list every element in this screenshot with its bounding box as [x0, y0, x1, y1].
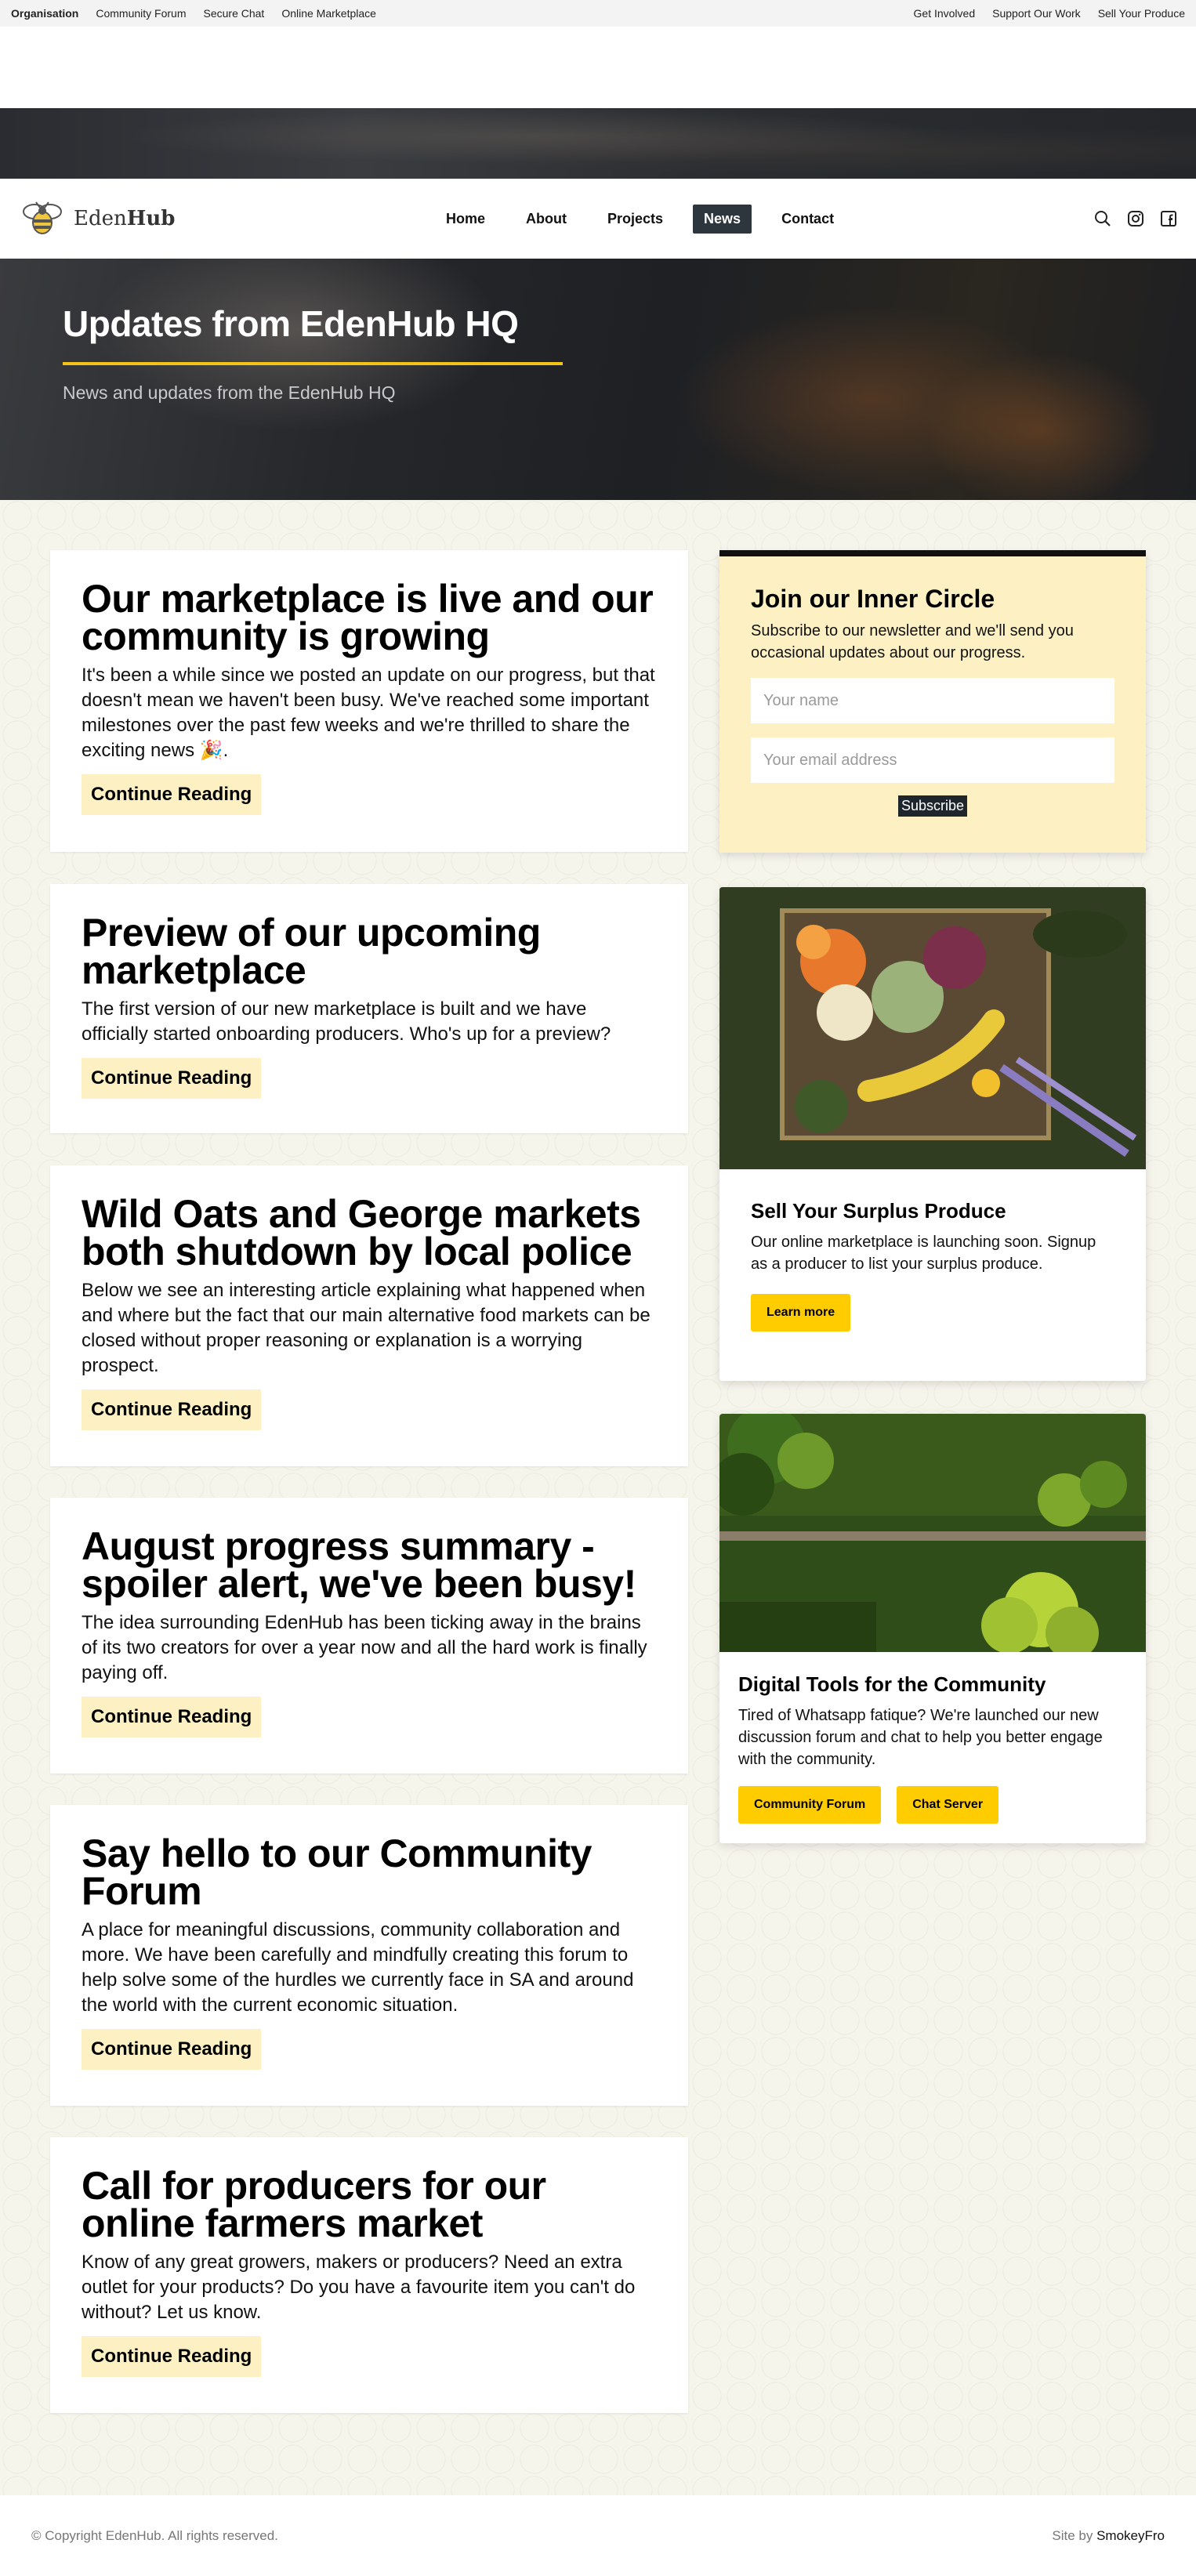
title-underline	[63, 362, 563, 365]
learn-more-button[interactable]: Learn more	[751, 1294, 851, 1331]
name-field[interactable]	[751, 678, 1114, 723]
site-credit: Site by SmokeyFro	[1052, 2528, 1165, 2544]
brand-name-light: Eden	[74, 207, 127, 230]
produce-card: Sell Your Surplus Produce Our online mar…	[719, 887, 1146, 1381]
nav-home[interactable]: Home	[435, 205, 496, 234]
newsletter-text: Subscribe to our newsletter and we'll se…	[751, 622, 1074, 661]
site-credit-prefix: Site by	[1052, 2527, 1097, 2543]
newsletter-title: Join our Inner Circle	[751, 585, 995, 613]
post-title[interactable]: Preview of our upcoming marketplace	[82, 913, 657, 990]
site-header: EdenHub Home About Projects News Contact	[0, 179, 1196, 259]
utility-link-sell-your-produce[interactable]: Sell Your Produce	[1098, 7, 1185, 20]
utility-link-community-forum[interactable]: Community Forum	[96, 7, 186, 20]
email-field[interactable]	[751, 737, 1114, 783]
utility-bar-left: Organisation Community Forum Secure Chat…	[11, 7, 376, 20]
newsletter-signup: Join our Inner Circle Subscribe to our n…	[719, 550, 1146, 853]
post-card: Wild Oats and George markets both shutdo…	[50, 1165, 688, 1466]
post-excerpt: Below we see an interesting article expl…	[82, 1280, 651, 1376]
post-title[interactable]: August progress summary - spoiler alert,…	[82, 1527, 657, 1603]
nav-about[interactable]: About	[515, 205, 578, 234]
produce-image	[719, 887, 1146, 1169]
utility-bar: Organisation Community Forum Secure Chat…	[0, 0, 1196, 27]
utility-link-organisation[interactable]: Organisation	[11, 7, 78, 20]
utility-link-get-involved[interactable]: Get Involved	[914, 7, 976, 20]
main-nav: Home About Projects News Contact	[435, 204, 845, 234]
site-credit-link[interactable]: SmokeyFro	[1096, 2528, 1165, 2543]
aerial-landscape-image	[719, 1414, 1146, 1652]
post-title[interactable]: Our marketplace is live and our communit…	[82, 579, 657, 656]
tools-card-body: Digital Tools for the Community Tired of…	[719, 1652, 1146, 1843]
post-excerpt: The idea surrounding EdenHub has been ti…	[82, 1612, 647, 1683]
tools-image	[719, 1414, 1146, 1652]
produce-card-body: Sell Your Surplus Produce Our online mar…	[719, 1169, 1146, 1361]
tools-card-title: Digital Tools for the Community	[738, 1672, 1046, 1696]
post-title[interactable]: Call for producers for our online farmer…	[82, 2166, 657, 2243]
bee-logo-icon	[23, 201, 62, 234]
continue-reading-button[interactable]: Continue Reading	[82, 1697, 262, 1737]
nav-news[interactable]: News	[693, 204, 752, 234]
hero-bg-highlight	[925, 353, 1160, 500]
utility-bar-right: Get Involved Support Our Work Sell Your …	[914, 7, 1185, 20]
post-excerpt: It's been a while since we posted an upd…	[82, 665, 655, 761]
site-footer: © Copyright EdenHub. All rights reserved…	[0, 2495, 1196, 2576]
post-card: Say hello to our Community Forum A place…	[50, 1805, 688, 2106]
community-forum-button[interactable]: Community Forum	[738, 1786, 882, 1824]
tools-card-buttons: Community Forum Chat Server	[738, 1786, 1127, 1824]
post-excerpt: Know of any great growers, makers or pro…	[82, 2252, 636, 2323]
utility-link-online-marketplace[interactable]: Online Marketplace	[281, 7, 376, 20]
copyright-text: © Copyright EdenHub. All rights reserved…	[31, 2527, 278, 2543]
subscribe-button[interactable]: Subscribe	[897, 795, 968, 817]
continue-reading-button[interactable]: Continue Reading	[82, 774, 262, 815]
post-card: Preview of our upcoming marketplace The …	[50, 884, 688, 1133]
header-icons	[1094, 210, 1177, 227]
post-title[interactable]: Say hello to our Community Forum	[82, 1834, 657, 1911]
search-icon[interactable]	[1094, 210, 1111, 227]
chat-server-button[interactable]: Chat Server	[897, 1786, 999, 1824]
brand-name: EdenHub	[74, 207, 175, 230]
post-excerpt: The first version of our new marketplace…	[82, 998, 611, 1045]
instagram-icon[interactable]	[1127, 210, 1144, 227]
page-hero: Updates from EdenHub HQ News and updates…	[0, 259, 1196, 500]
post-excerpt: A place for meaningful discussions, comm…	[82, 1919, 634, 2016]
tools-card-text: Tired of Whatsapp fatique? We're launche…	[738, 1707, 1103, 1768]
continue-reading-button[interactable]: Continue Reading	[82, 2336, 262, 2377]
facebook-icon[interactable]	[1160, 210, 1177, 227]
post-title[interactable]: Wild Oats and George markets both shutdo…	[82, 1194, 657, 1271]
post-card: Call for producers for our online farmer…	[50, 2137, 688, 2413]
continue-reading-button[interactable]: Continue Reading	[82, 1389, 262, 1430]
vegetable-basket-image	[719, 887, 1146, 1169]
brand-name-bold: Hub	[126, 207, 176, 230]
utility-link-secure-chat[interactable]: Secure Chat	[204, 7, 265, 20]
banner-strip	[0, 108, 1196, 179]
hero-bg-highlight	[94, 259, 502, 431]
page-title: Updates from EdenHub HQ	[63, 303, 519, 344]
post-card: Our marketplace is live and our communit…	[50, 550, 688, 852]
site-logo[interactable]: EdenHub	[19, 201, 277, 237]
continue-reading-button[interactable]: Continue Reading	[82, 1058, 262, 1099]
produce-card-text: Our online marketplace is launching soon…	[751, 1234, 1096, 1273]
post-card: August progress summary - spoiler alert,…	[50, 1498, 688, 1773]
utility-link-support-our-work[interactable]: Support Our Work	[992, 7, 1081, 20]
nav-projects[interactable]: Projects	[596, 205, 674, 234]
nav-contact[interactable]: Contact	[770, 205, 845, 234]
produce-card-title: Sell Your Surplus Produce	[751, 1199, 1006, 1223]
page-subtitle: News and updates from the EdenHub HQ	[63, 382, 396, 403]
tools-card: Digital Tools for the Community Tired of…	[719, 1414, 1146, 1843]
continue-reading-button[interactable]: Continue Reading	[82, 2029, 262, 2070]
